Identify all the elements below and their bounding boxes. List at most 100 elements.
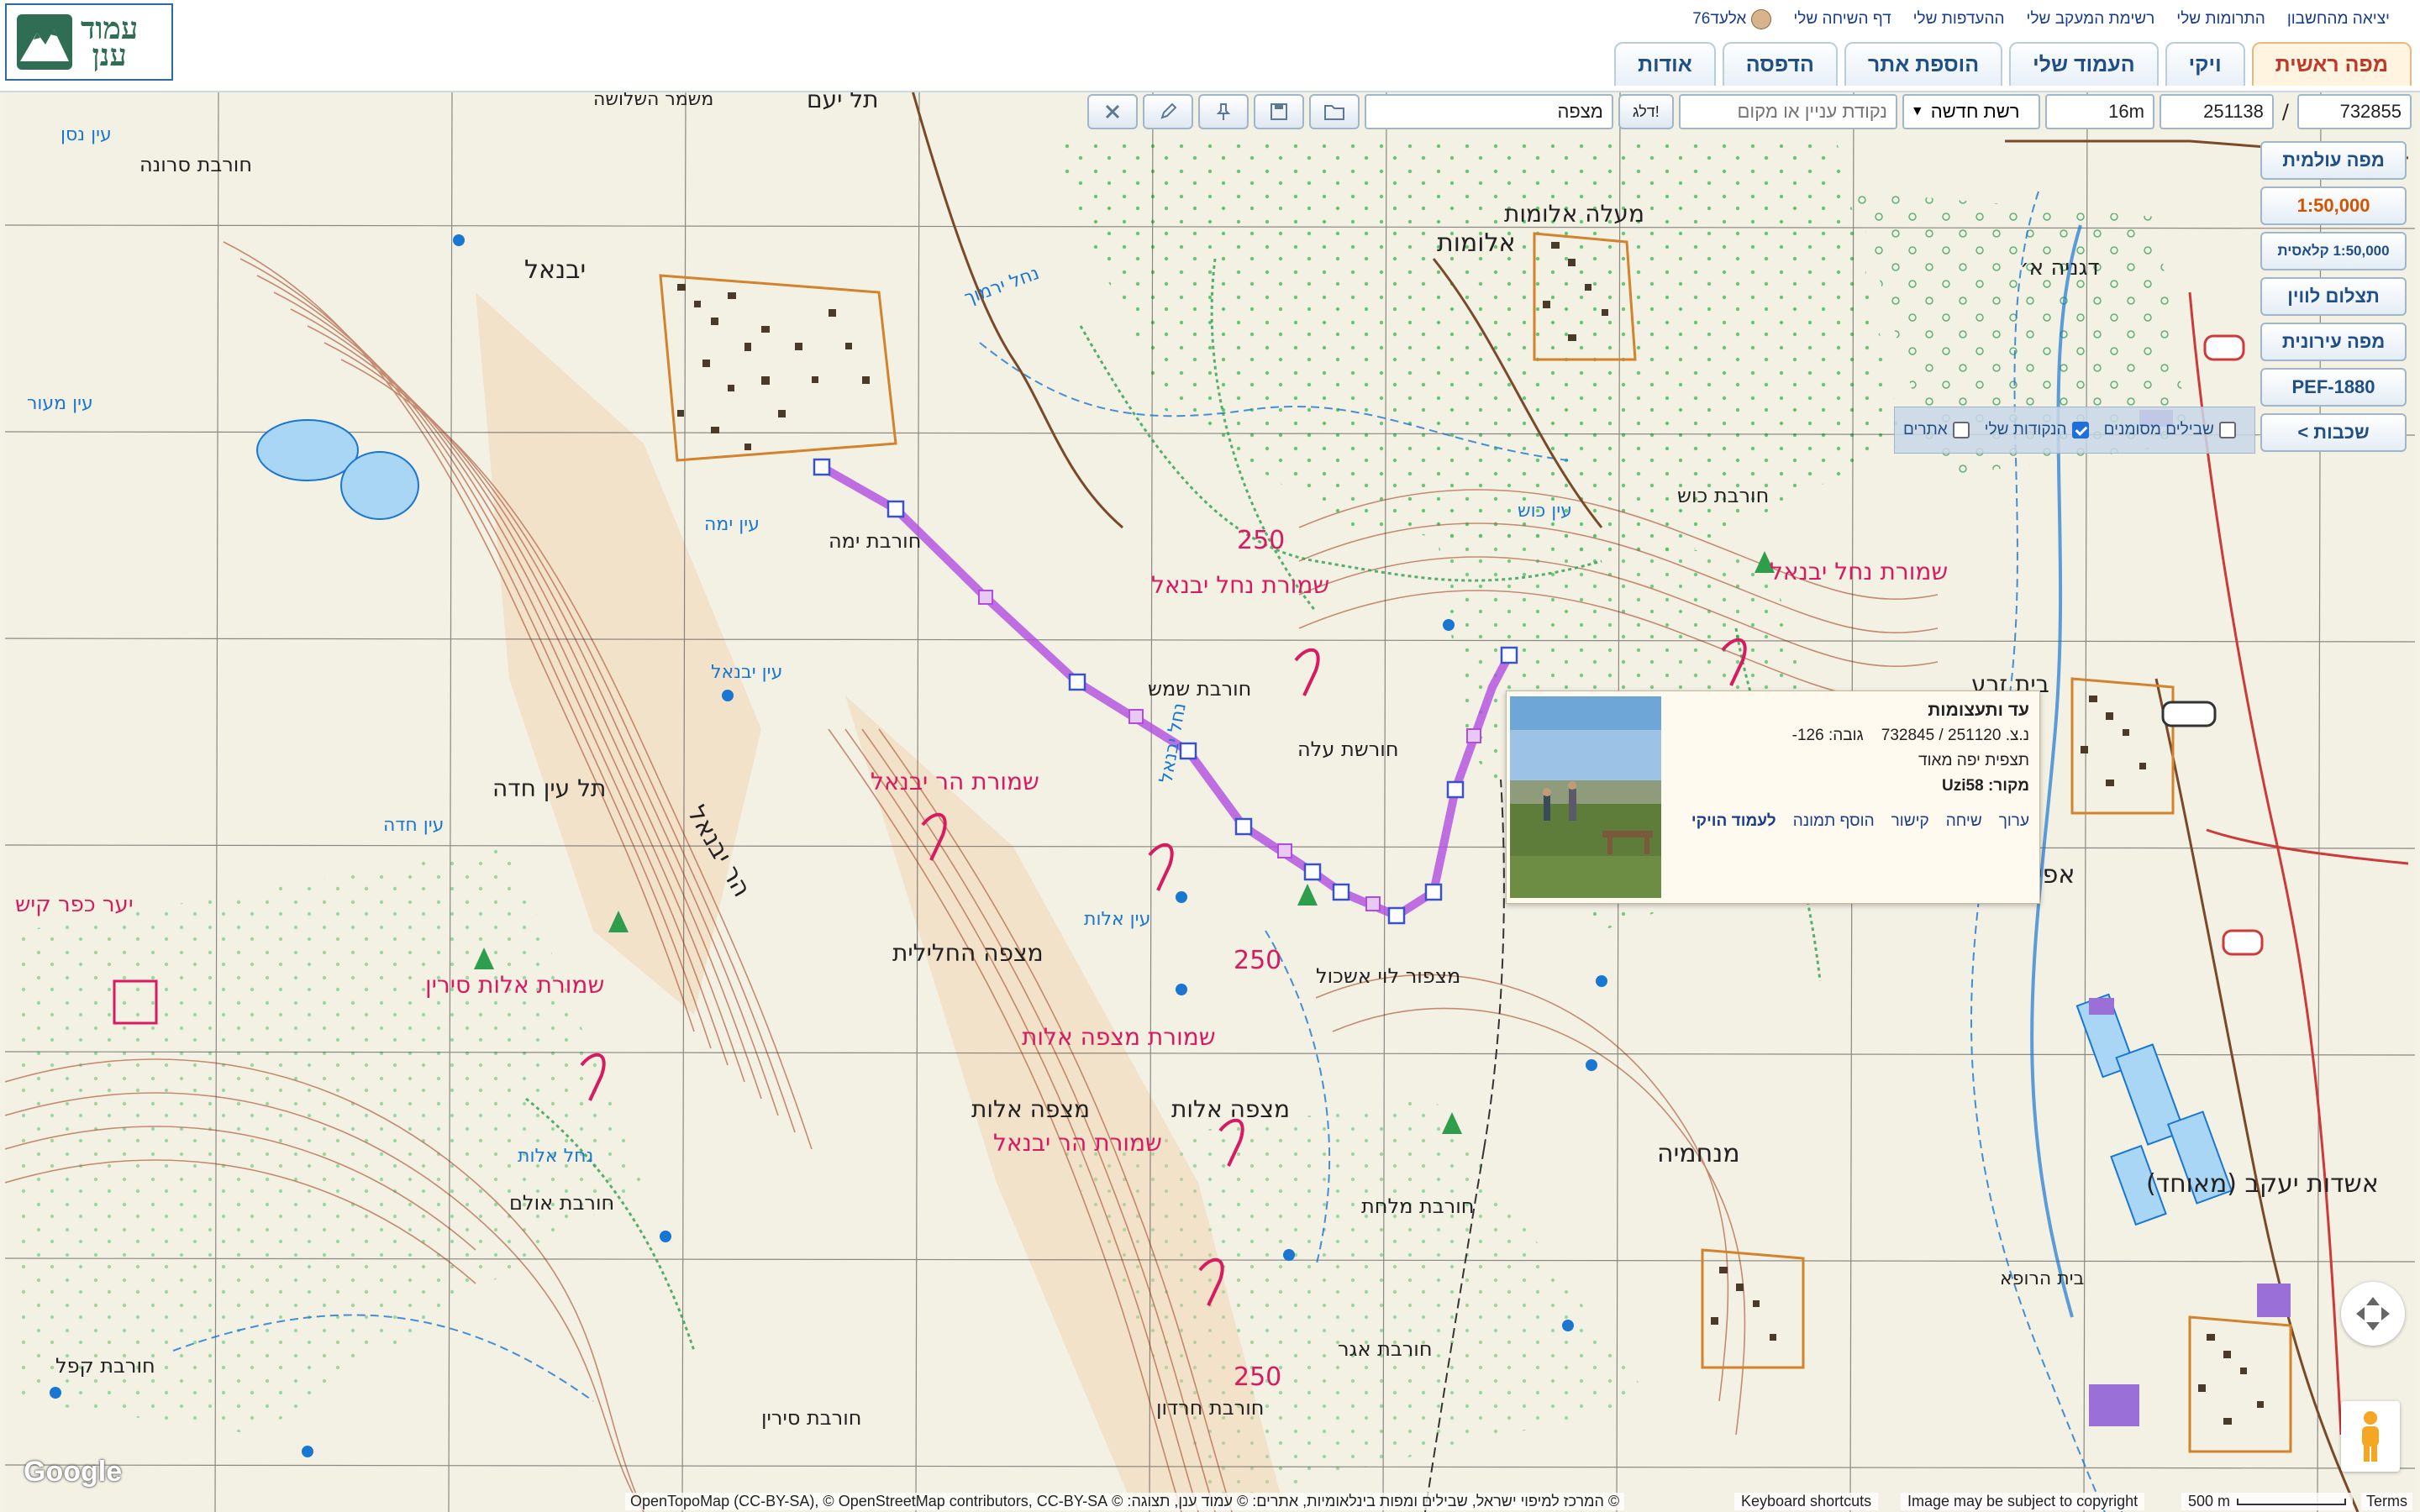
chevron-down-icon: ▼ — [1910, 104, 1924, 118]
overlay-toggles: אתרים הנקודות שלי שבילים מסומנים — [1894, 407, 2255, 454]
edit-link[interactable]: ערוך — [1999, 809, 2029, 834]
map-label: חורבת שמש — [1148, 677, 1252, 701]
popup-body: עד ותעצומות נ.צ. 251120 / 732845 גובה: 1… — [1668, 698, 2029, 834]
map-label: מצפור לוי אשכול — [1316, 964, 1461, 988]
map-label: חורבת סרונה — [139, 153, 252, 176]
tab-print[interactable]: הדפסה — [1722, 42, 1838, 86]
topographic-map[interactable]: שמורת נחל יבנאל שמורת הר יבנאל שמורת אלו… — [5, 91, 2415, 1512]
map-label: תל עין חדה — [492, 774, 607, 802]
map-label: חורבת ימה — [829, 529, 922, 553]
street-view-pegman-icon[interactable] — [2341, 1401, 2400, 1472]
map-label: בית הרופא — [2000, 1268, 2085, 1289]
logo-text: עמוד ענן — [81, 11, 139, 73]
map-label: עין חדה — [383, 815, 445, 836]
map-label: נחל אלות — [518, 1146, 594, 1167]
popup-coords: 251120 / 732845 — [1881, 727, 2002, 744]
popup-title: עד ותעצומות — [1928, 701, 2029, 720]
tab-main-map[interactable]: מפה ראשית — [2251, 42, 2412, 86]
tab-my-page[interactable]: העמוד שלי — [2009, 42, 2159, 86]
close-icon[interactable] — [1086, 94, 1138, 129]
contributions-link[interactable]: התרומות שלי — [2176, 10, 2265, 29]
overlay-sites[interactable]: אתרים — [1903, 421, 1970, 439]
user-links: אלעד76 דף השיחה שלי ההעדפות שלי רשימת המ… — [1692, 7, 2390, 32]
keyboard-shortcuts-link[interactable]: Keyboard shortcuts — [1734, 1493, 1879, 1510]
layer-50000-classic[interactable]: 1:50,000 קלאסית — [2260, 232, 2407, 270]
map-label: חורשת עלה — [1297, 738, 1399, 761]
point-info-popup: עד ותעצומות נ.צ. 251120 / 732845 גובה: 1… — [1506, 690, 2040, 904]
elevation-input[interactable] — [2044, 94, 2154, 129]
map-graphics — [5, 91, 2415, 1512]
map-label: עין מעור — [27, 393, 93, 414]
logout-link[interactable]: יציאה מהחשבון — [2287, 10, 2390, 29]
search-input[interactable] — [1364, 94, 1613, 129]
popup-description: תצפית יפה מאוד — [1918, 752, 2029, 769]
point-photo[interactable] — [1510, 696, 1661, 898]
map-label: אשדות יעקב (מאוחד) — [2146, 1169, 2379, 1199]
layers-menu-button[interactable]: שכבות > — [2260, 413, 2407, 452]
map-label: עין אלות — [1084, 909, 1151, 930]
preferences-link[interactable]: ההעדפות שלי — [1913, 10, 2005, 29]
open-folder-icon[interactable] — [1308, 94, 1360, 129]
map-label: אלומות — [1437, 228, 1516, 258]
site-logo[interactable]: עמוד ענן — [5, 3, 173, 81]
map-label: מצפה אלות — [971, 1095, 1090, 1123]
talk-page-link[interactable]: דף השיחה שלי — [1793, 10, 1891, 29]
google-logo[interactable]: Google — [24, 1456, 122, 1488]
layer-panel: מפה עולמית 1:50,000 1:50,000 קלאסית תצלו… — [2260, 141, 2407, 452]
popup-source[interactable]: Uzi58 — [1942, 777, 1984, 795]
main-tabs: מפה ראשית ויקי העמוד שלי הוספת אתר הדפסה… — [1614, 42, 2412, 86]
save-icon[interactable] — [1253, 94, 1304, 129]
checkbox-checked[interactable] — [2071, 422, 2089, 438]
map-label: חורבת כוש — [1677, 484, 1770, 507]
layer-city-map[interactable]: מפה עירונית — [2260, 323, 2407, 361]
map-label: שמורת נחל יבנאל — [1151, 571, 1330, 599]
popup-coords-row: נ.צ. 251120 / 732845 גובה: 126- — [1791, 727, 2029, 744]
map-label: שמורת הר יבנאל — [993, 1129, 1162, 1157]
map-label: עין כוש — [1518, 501, 1572, 522]
checkbox[interactable] — [1952, 422, 1970, 438]
watchlist-link[interactable]: רשימת המעקב שלי — [2027, 10, 2155, 29]
layer-world-map[interactable]: מפה עולמית — [2260, 141, 2407, 180]
overlay-label: אתרים — [1903, 421, 1948, 438]
pin-icon[interactable] — [1197, 94, 1249, 129]
layer-satellite[interactable]: תצלום לווין — [2260, 277, 2407, 316]
overlay-label: שבילים מסומנים — [2103, 421, 2214, 438]
tab-wiki[interactable]: ויקי — [2165, 42, 2245, 86]
layer-pef-1880[interactable]: PEF-1880 — [2260, 368, 2407, 407]
map-label: 250 — [1234, 946, 1282, 975]
map-label: שמורת מצפה אלות — [1022, 1023, 1216, 1051]
map-label: יבנאל — [524, 255, 587, 285]
map-label: עין נסן — [60, 124, 112, 145]
map-label: חורבת אגר — [1338, 1337, 1433, 1361]
overlay-my-points[interactable]: הנקודות שלי — [1985, 421, 2089, 439]
coord-x-input[interactable] — [2159, 94, 2274, 129]
map-label: חורבת קפל — [55, 1354, 155, 1378]
map-label: משמר השלושה — [593, 91, 714, 110]
rotate-map-icon[interactable] — [2341, 1282, 2405, 1346]
map-label: שמורת אלות סירין — [425, 971, 605, 999]
grid-select[interactable]: ▼ רשת חדשה — [1902, 94, 2040, 129]
overlay-marked-trails[interactable]: שבילים מסומנים — [2104, 421, 2236, 439]
scale-indicator[interactable]: 500 m — [2181, 1493, 2354, 1510]
tab-add-site[interactable]: הוספת אתר — [1844, 42, 2003, 86]
scale-bar — [2237, 1498, 2347, 1505]
pencil-icon[interactable] — [1142, 94, 1193, 129]
terms-link[interactable]: Terms — [2361, 1493, 2412, 1510]
map-label: 250 — [1237, 526, 1286, 555]
permalink-link[interactable]: קישור — [1891, 809, 1929, 834]
map-label: שמורת הר יבנאל — [871, 768, 1039, 795]
checkbox[interactable] — [2218, 422, 2236, 438]
top-bar: עמוד ענן אלעד76 דף השיחה שלי ההעדפות שלי… — [0, 0, 2420, 92]
map-label: מנחמיה — [1657, 1139, 1740, 1168]
map-label: חורבת מלחת — [1361, 1194, 1475, 1218]
layer-50000[interactable]: 1:50,000 — [2260, 186, 2407, 225]
attribution-text[interactable]: © המרכז למיפוי ישראל, שבילים ומפות בינלא… — [625, 1493, 1625, 1510]
add-photo-link[interactable]: הוסף תמונה — [1793, 809, 1875, 834]
search-poi-input[interactable] — [1678, 94, 1897, 129]
tab-about[interactable]: אודות — [1614, 42, 1716, 86]
skip-button[interactable]: דלג! — [1618, 94, 1674, 129]
coord-y-input[interactable] — [2297, 94, 2412, 129]
wiki-page-link[interactable]: לעמוד הויקי — [1691, 809, 1776, 834]
user-profile-link[interactable]: אלעד76 — [1692, 9, 1772, 29]
talk-link[interactable]: שיחה — [1946, 809, 1982, 834]
